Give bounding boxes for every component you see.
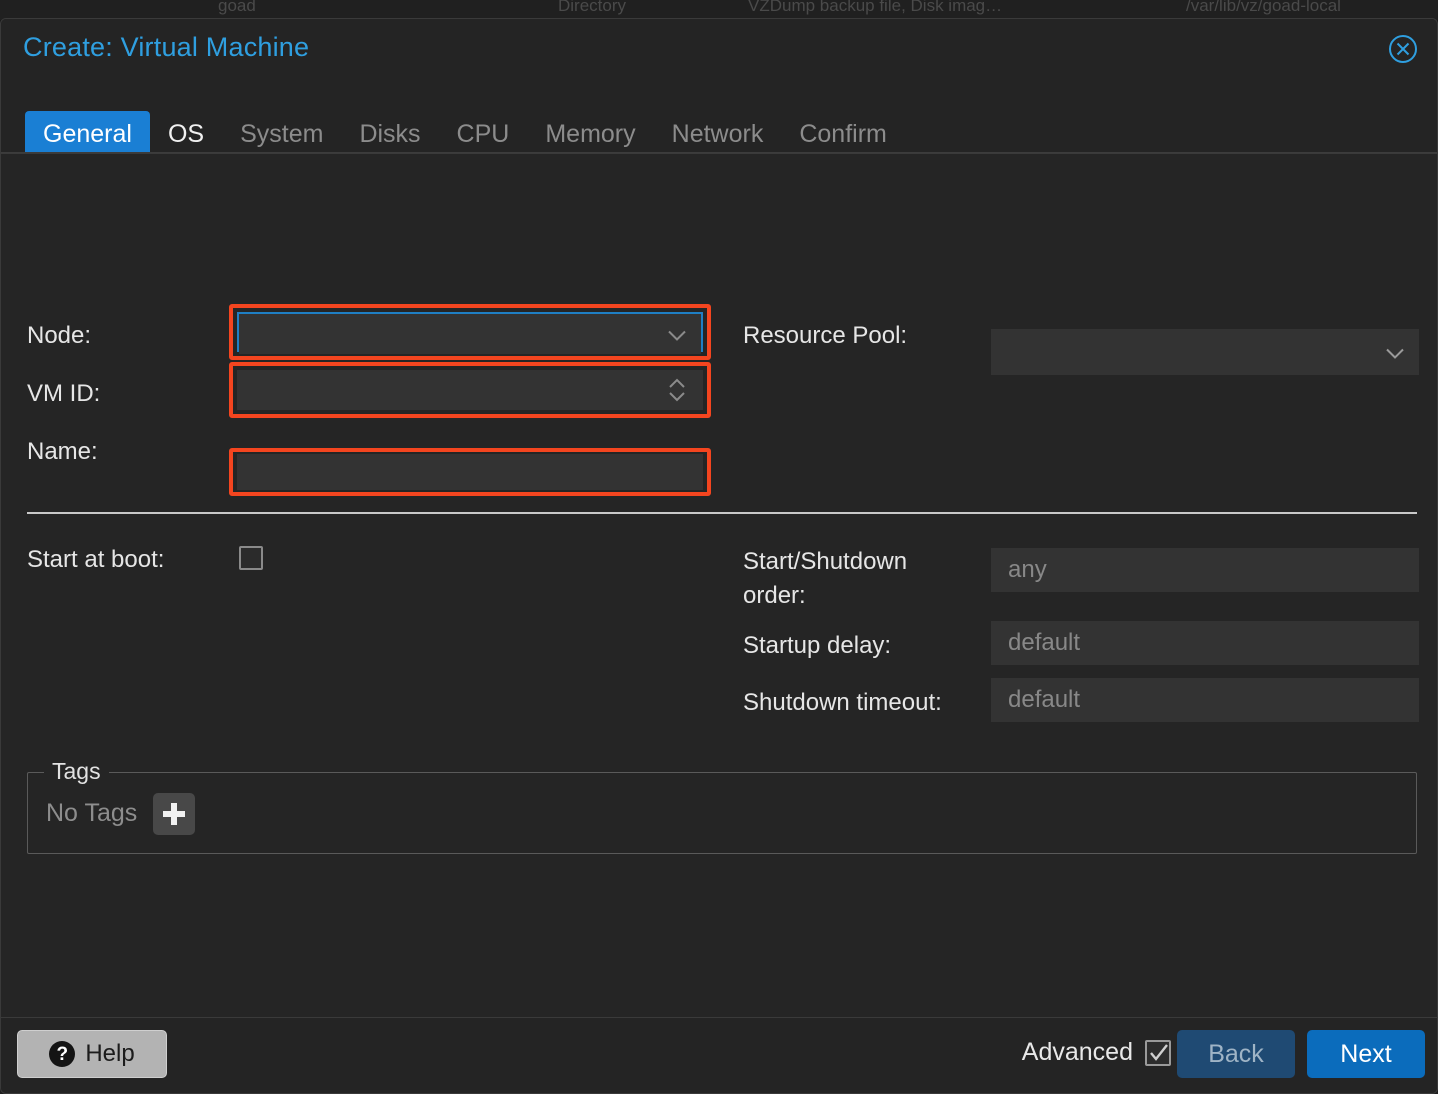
start-shutdown-order-input[interactable]: any [991, 548, 1419, 592]
node-label: Node: [27, 322, 92, 349]
tab-system[interactable]: System [222, 111, 341, 158]
shutdown-timeout-label: Shutdown timeout: [743, 689, 942, 716]
name-input[interactable] [237, 454, 703, 490]
wizard-tabbar: General OS System Disks CPU Memory Netwo… [25, 111, 905, 158]
create-virtual-machine-dialog: Create: Virtual Machine General OS Syste… [0, 18, 1438, 1094]
tab-confirm[interactable]: Confirm [781, 111, 905, 158]
background-cell-type: Directory [558, 0, 627, 15]
background-cell-path: /var/lib/vz/goad-local [1186, 0, 1341, 15]
start-at-boot-checkbox[interactable] [239, 546, 263, 570]
tab-network[interactable]: Network [654, 111, 782, 158]
plus-icon[interactable] [153, 793, 195, 835]
tab-os[interactable]: OS [150, 111, 222, 158]
advanced-toggle[interactable]: Advanced [1022, 1038, 1171, 1067]
vmid-input[interactable] [237, 370, 703, 410]
node-select[interactable] [239, 314, 701, 354]
advanced-label: Advanced [1021, 1038, 1133, 1066]
back-button[interactable]: Back [1177, 1030, 1295, 1078]
chevron-down-icon [668, 329, 686, 341]
chevron-down-icon [1386, 347, 1404, 359]
start-shutdown-order-placeholder: any [1008, 556, 1047, 583]
close-icon[interactable] [1388, 34, 1418, 64]
dialog-title: Create: Virtual Machine [23, 32, 310, 62]
startup-delay-label: Startup delay: [743, 632, 892, 659]
resource-pool-select[interactable] [991, 329, 1419, 375]
next-button[interactable]: Next [1307, 1030, 1425, 1078]
help-button[interactable]: ? Help [17, 1030, 167, 1078]
tab-cpu[interactable]: CPU [439, 111, 528, 158]
background-cell-storage: goad [218, 0, 256, 15]
vmid-label: VM ID: [27, 380, 101, 407]
startup-delay-placeholder: default [1008, 629, 1081, 656]
background-storage-table-row: goad Directory VZDump backup file, Disk … [0, 0, 1438, 20]
advanced-checkbox[interactable] [1145, 1039, 1171, 1066]
tab-disks[interactable]: Disks [341, 111, 438, 158]
tab-general[interactable]: General [25, 111, 150, 158]
shutdown-timeout-placeholder: default [1008, 686, 1081, 713]
dialog-header: Create: Virtual Machine General OS Syste… [1, 19, 1437, 158]
tags-empty-text: No Tags [46, 799, 138, 827]
question-mark-icon: ? [49, 1041, 76, 1067]
resource-pool-label: Resource Pool: [743, 322, 908, 349]
startup-delay-input[interactable]: default [991, 621, 1419, 665]
section-divider [27, 512, 1417, 514]
tab-memory[interactable]: Memory [527, 111, 653, 158]
tags-legend: Tags [44, 758, 109, 785]
tags-fieldset: Tags No Tags [27, 758, 1417, 854]
shutdown-timeout-input[interactable]: default [991, 678, 1419, 722]
start-shutdown-order-label: Start/Shutdown order: [743, 545, 973, 613]
start-shutdown-order-label-text: Start/Shutdown order: [743, 548, 908, 609]
dialog-body: Node: VM ID: Name: Resource Pool: Start … [1, 153, 1437, 1017]
background-cell-content: VZDump backup file, Disk imag… [748, 0, 1003, 15]
spinner-arrows-icon[interactable] [668, 376, 686, 404]
dialog-footer: ? Help Advanced Back Next [1, 1017, 1437, 1093]
start-at-boot-label: Start at boot: [27, 546, 165, 573]
help-button-label: Help [85, 1040, 135, 1067]
name-label: Name: [27, 438, 98, 465]
